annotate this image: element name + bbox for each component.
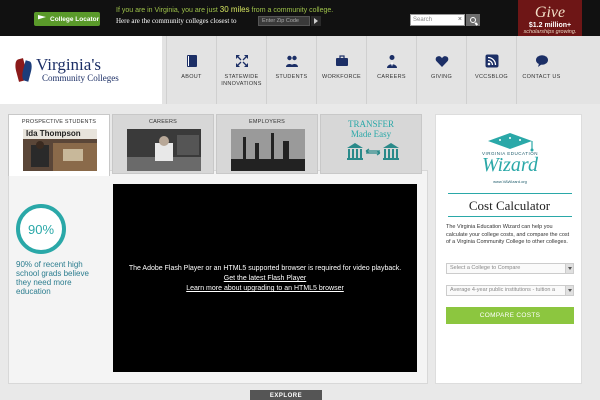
logo-mark-icon	[13, 57, 34, 83]
nav-students[interactable]: STUDENTS	[266, 36, 316, 104]
employers-photo	[231, 129, 305, 171]
main-content: PROSPECTIVE STUDENTS Ida Thompson CAREER…	[8, 114, 428, 384]
college-select[interactable]: Select a College to Compare	[446, 263, 574, 274]
tab-transfer[interactable]: TRANSFER Made Easy	[320, 114, 422, 174]
divider	[448, 216, 572, 217]
compare-costs-button[interactable]: COMPARE COSTS	[446, 307, 574, 324]
college-select-value: Select a College to Compare	[450, 265, 521, 271]
nav-statewide-innovations[interactable]: STATEWIDE INNOVATIONS	[216, 36, 266, 104]
nav-workforce[interactable]: WORKFORCE	[316, 36, 366, 104]
institution-type-select[interactable]: Average 4-year public institutions - tui…	[446, 285, 574, 296]
cost-calculator-panel: VIRGINIA EDUCATION Wizard www.VAWizard.o…	[435, 114, 582, 384]
divider	[448, 193, 572, 194]
locator-miles: 30 miles	[219, 5, 250, 14]
college-locator-button[interactable]: College Locator	[34, 12, 100, 26]
nav-contact-us[interactable]: CONTACT US	[516, 36, 566, 104]
nav-about-label: ABOUT	[181, 74, 202, 80]
search-button[interactable]	[466, 14, 480, 26]
locator-closest-label: Here are the community colleges closest …	[116, 17, 237, 25]
stat-description: 90% of recent high school grads believe …	[16, 260, 89, 296]
nav-vccsblog-label: VCCSBLOG	[475, 74, 508, 80]
chevron-down-icon	[565, 286, 573, 295]
give-amount: $1.2 million+	[528, 22, 572, 29]
photo-caption: Ida Thompson	[26, 129, 81, 138]
cost-calculator-title: Cost Calculator	[468, 198, 551, 213]
tab-careers-label: CAREERS	[149, 119, 177, 125]
zip-code-input[interactable]: Enter Zip Code	[258, 16, 310, 26]
explore-button[interactable]: EXPLORE	[250, 390, 322, 400]
nav-contact-label: CONTACT US	[522, 74, 561, 80]
search-icon	[470, 17, 476, 23]
header: Virginia's Community Colleges ABOUT STAT…	[0, 36, 600, 104]
search-placeholder: Search	[413, 17, 433, 23]
wizard-url: www.VAWizard.org	[493, 179, 527, 184]
clear-icon[interactable]: ×	[458, 15, 462, 25]
calculator-intro: The Virginia Education Wizard can help y…	[446, 224, 570, 245]
wizard-title: Wizard	[482, 154, 538, 176]
tab-prospective-students[interactable]: PROSPECTIVE STUDENTS Ida Thompson	[8, 114, 110, 176]
tab-employers[interactable]: EMPLOYERS	[216, 114, 318, 174]
locator-message-prefix: If you are in Virginia, you are just	[116, 7, 218, 14]
logo-line2: Community Colleges	[42, 73, 119, 83]
nav-giving[interactable]: GIVING	[416, 36, 466, 104]
tab-employers-label: EMPLOYERS	[248, 119, 286, 125]
get-flash-link[interactable]: Get the latest Flash Player	[113, 274, 417, 284]
tab-transfer-label: TRANSFER	[347, 119, 394, 129]
logo-line1: Virginia's	[36, 55, 102, 74]
tab-prospective-label: PROSPECTIVE STUDENTS	[21, 119, 97, 125]
expand-arrows-icon	[235, 55, 248, 67]
book-icon	[186, 55, 197, 67]
video-message: The Adobe Flash Player or an HTML5 suppo…	[113, 264, 417, 294]
transfer-buildings-icon	[347, 143, 399, 160]
give-word: Give	[534, 4, 566, 21]
give-subtitle: scholarships growing.	[523, 29, 577, 35]
video-player[interactable]: The Adobe Flash Player or an HTML5 suppo…	[113, 184, 417, 372]
careers-photo	[127, 129, 201, 171]
main-nav: ABOUT STATEWIDE INNOVATIONS STUDENTS WOR…	[162, 36, 600, 104]
nav-statewide-label: STATEWIDE INNOVATIONS	[221, 74, 262, 87]
stat-circle: 90%	[16, 204, 66, 254]
stat-value: 90%	[27, 221, 55, 237]
nav-workforce-label: WORKFORCE	[321, 74, 362, 80]
nav-careers-label: CAREERS	[377, 74, 406, 80]
rss-icon	[485, 54, 498, 68]
flag-icon	[38, 15, 46, 20]
institution-select-value: Average 4-year public institutions - tui…	[450, 287, 556, 293]
vccs-logo[interactable]: Virginia's Community Colleges	[13, 55, 119, 83]
nav-careers[interactable]: CAREERS	[366, 36, 416, 104]
people-icon	[285, 55, 298, 67]
locator-message: If you are in Virginia, you are just 30 …	[116, 5, 333, 14]
person-tie-icon	[386, 55, 397, 68]
search-input[interactable]: Search ×	[410, 14, 465, 26]
nav-about[interactable]: ABOUT	[166, 36, 216, 104]
top-bar: College Locator If you are in Virginia, …	[0, 0, 600, 36]
zip-go-button[interactable]	[311, 16, 321, 26]
briefcase-icon	[335, 55, 348, 66]
speech-bubble-icon	[535, 55, 548, 67]
chevron-down-icon	[565, 264, 573, 273]
stat-block: 90% 90% of recent high school grads beli…	[16, 204, 98, 296]
heart-icon	[435, 56, 448, 67]
video-message-line1: The Adobe Flash Player or an HTML5 suppo…	[128, 265, 402, 272]
nav-vccsblog[interactable]: VCCSBLOG	[466, 36, 516, 104]
locator-message-suffix: from a community college.	[251, 7, 334, 14]
tab-careers[interactable]: CAREERS	[112, 114, 214, 174]
html5-browser-link[interactable]: Learn more about upgrading to an HTML5 b…	[113, 284, 417, 294]
tab-transfer-sublabel: Made Easy	[350, 129, 392, 139]
nav-giving-label: GIVING	[430, 74, 453, 80]
college-locator-label: College Locator	[50, 15, 100, 23]
nav-students-label: STUDENTS	[275, 74, 308, 80]
